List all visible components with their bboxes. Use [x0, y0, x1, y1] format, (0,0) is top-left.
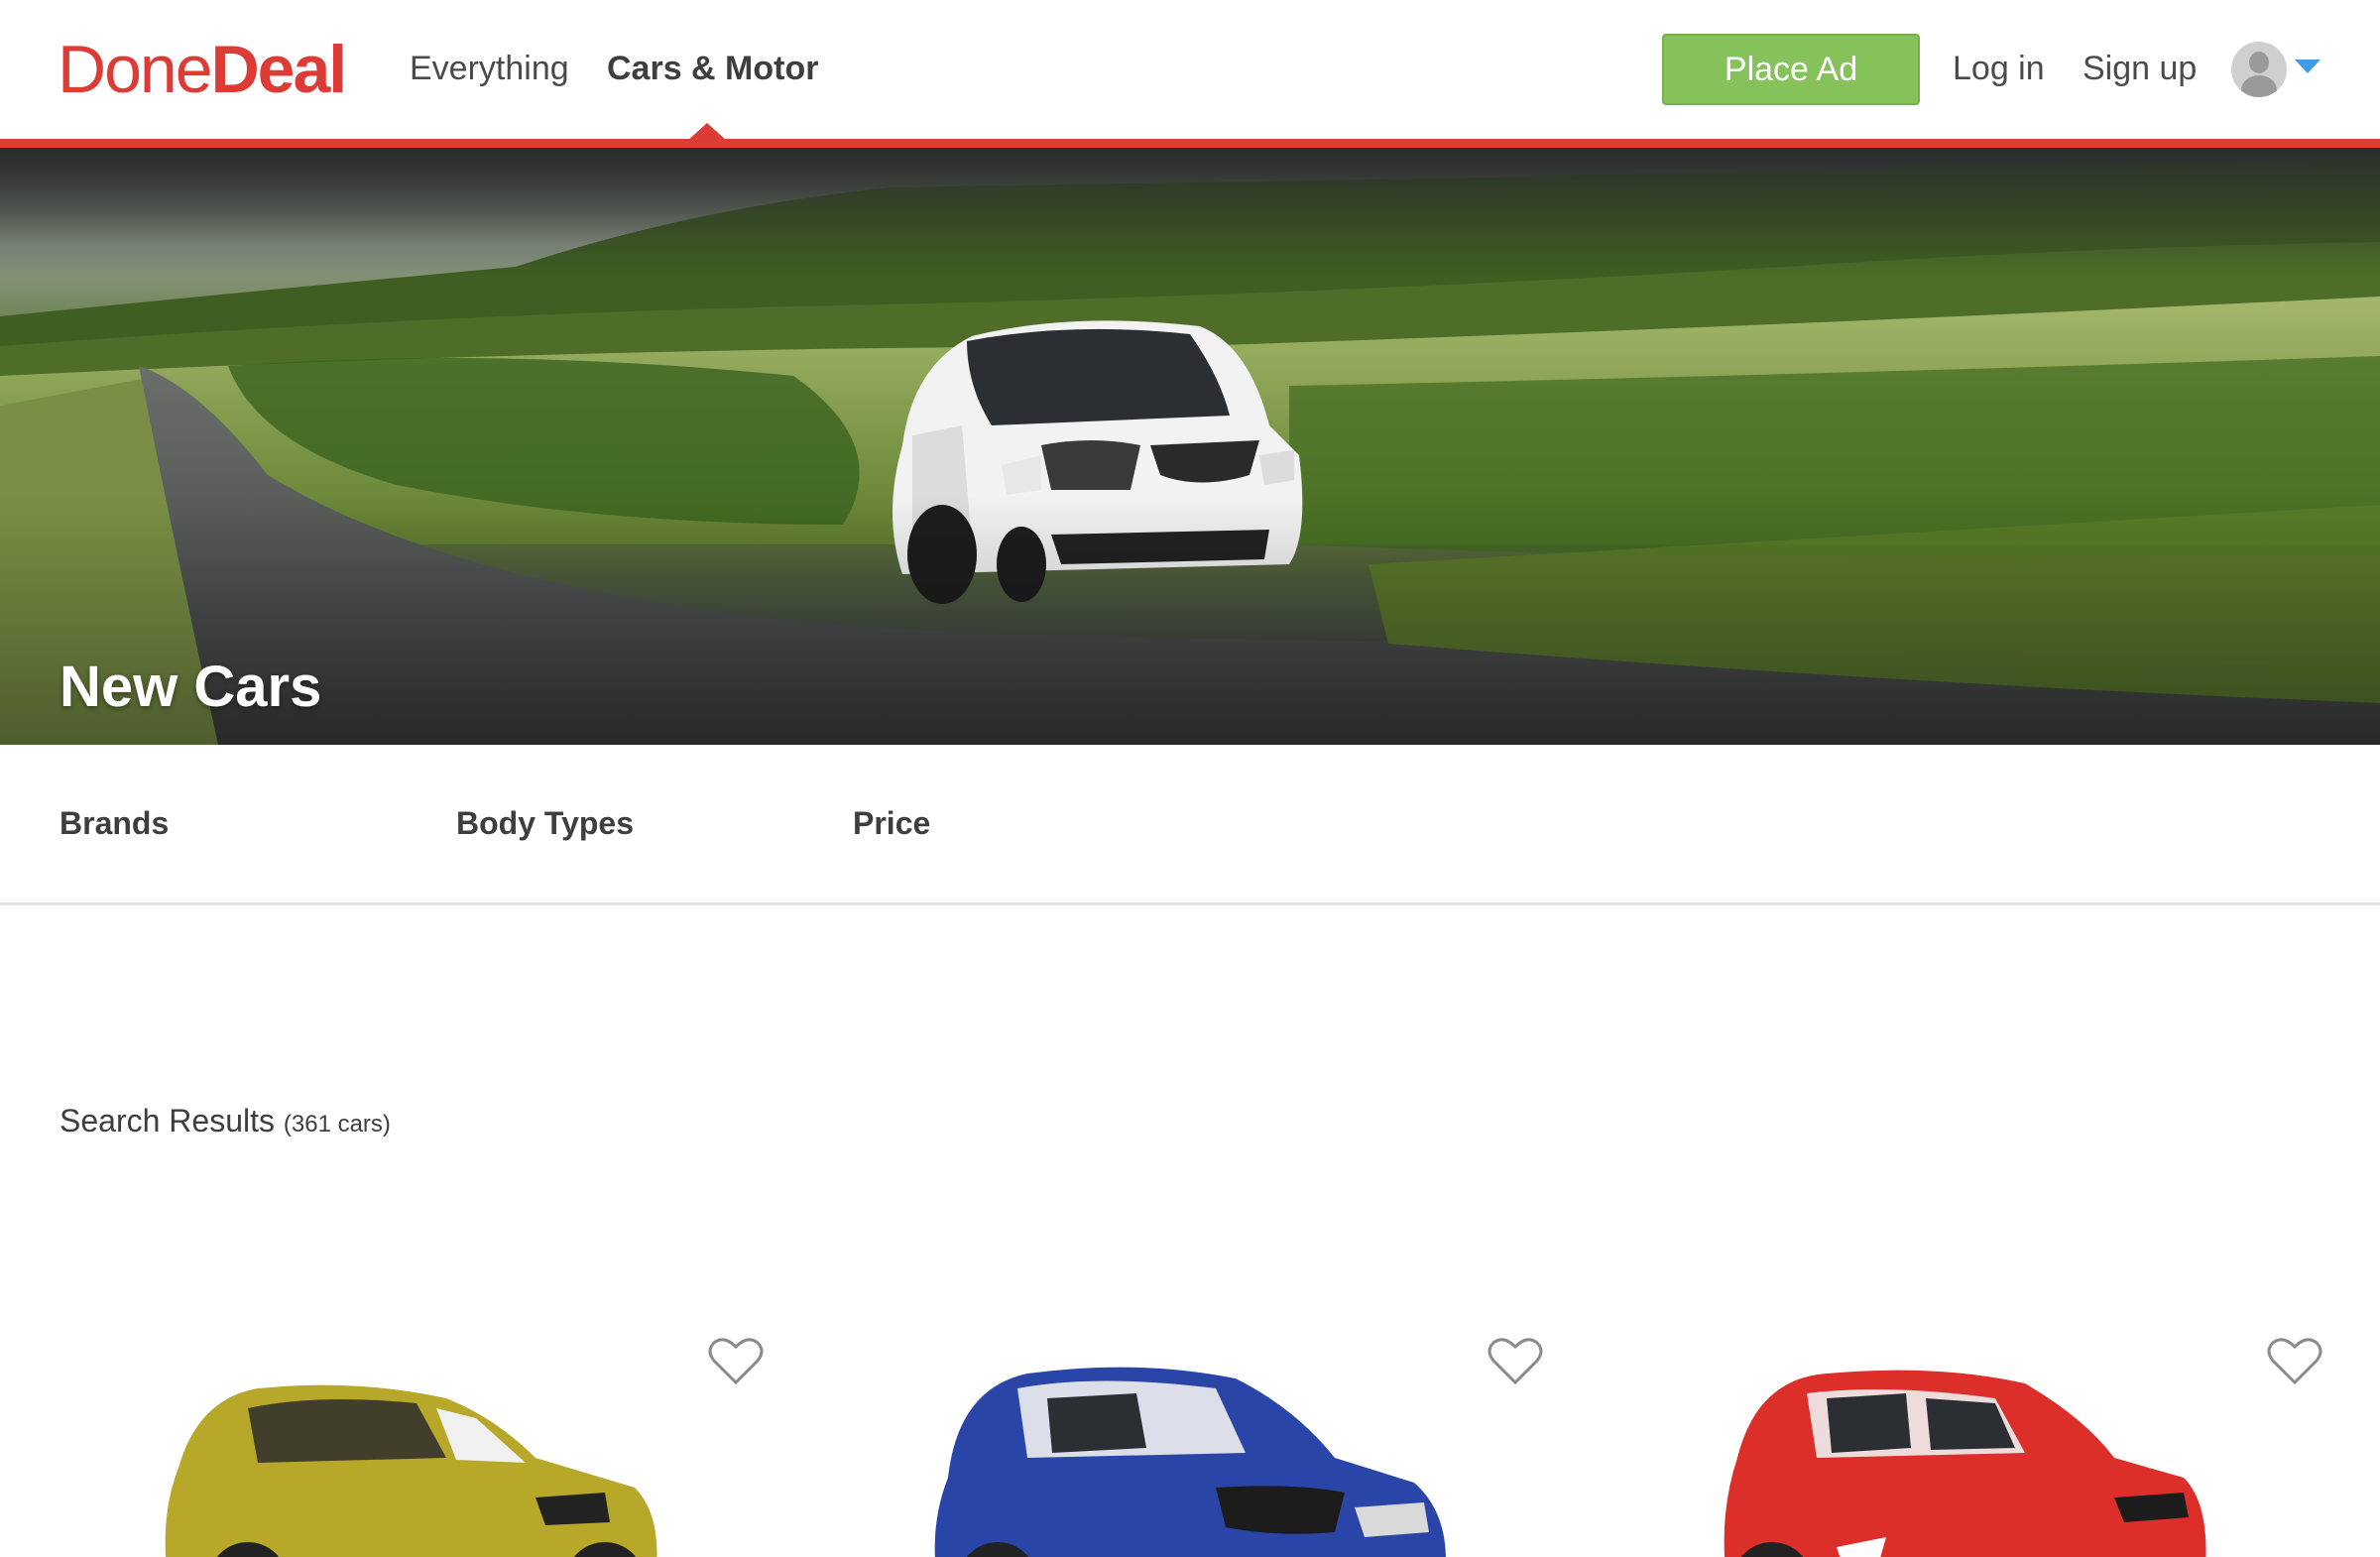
heart-outline-icon[interactable]: [708, 1337, 764, 1386]
car-card[interactable]: [60, 1319, 839, 1557]
user-avatar-icon[interactable]: [2231, 42, 2287, 97]
car-card[interactable]: [1618, 1319, 2380, 1557]
nav-cars-motor[interactable]: Cars & Motor: [607, 44, 818, 93]
tab-price[interactable]: Price: [853, 798, 930, 848]
caret-down-icon[interactable]: [2295, 60, 2320, 73]
filter-tabs: Brands Body Types Price: [0, 745, 2380, 905]
results-count: (361 cars): [283, 1111, 391, 1138]
logo-text-deal: Deal: [210, 32, 348, 107]
heart-outline-icon[interactable]: [2267, 1337, 2322, 1386]
search-results-heading: Search Results (361 cars): [60, 1096, 391, 1149]
hero-banner: New Cars: [0, 148, 2380, 745]
logo-text-done: Done: [58, 32, 213, 107]
hero-landscape-image: [0, 148, 2380, 745]
car-image[interactable]: [139, 1349, 694, 1557]
tab-brands[interactable]: Brands: [60, 798, 169, 848]
place-ad-button[interactable]: Place Ad: [1662, 34, 1920, 105]
tab-body-types[interactable]: Body Types: [456, 798, 634, 848]
login-link[interactable]: Log in: [1953, 44, 2045, 93]
avatar-head: [2249, 52, 2269, 73]
results-title-text: Search Results: [60, 1103, 275, 1138]
heart-outline-icon[interactable]: [1488, 1337, 1543, 1386]
header-red-bar: [0, 139, 2380, 148]
donedeal-logo[interactable]: DoneDeal: [58, 30, 348, 109]
site-header: DoneDeal Everything Cars & Motor Place A…: [0, 0, 2380, 141]
car-image[interactable]: [1698, 1349, 2253, 1557]
car-card[interactable]: [839, 1319, 1618, 1557]
car-image[interactable]: [918, 1349, 1474, 1557]
avatar-body: [2241, 75, 2277, 97]
page-title: New Cars: [60, 655, 322, 719]
signup-link[interactable]: Sign up: [2082, 44, 2197, 93]
nav-everything[interactable]: Everything: [410, 44, 569, 93]
